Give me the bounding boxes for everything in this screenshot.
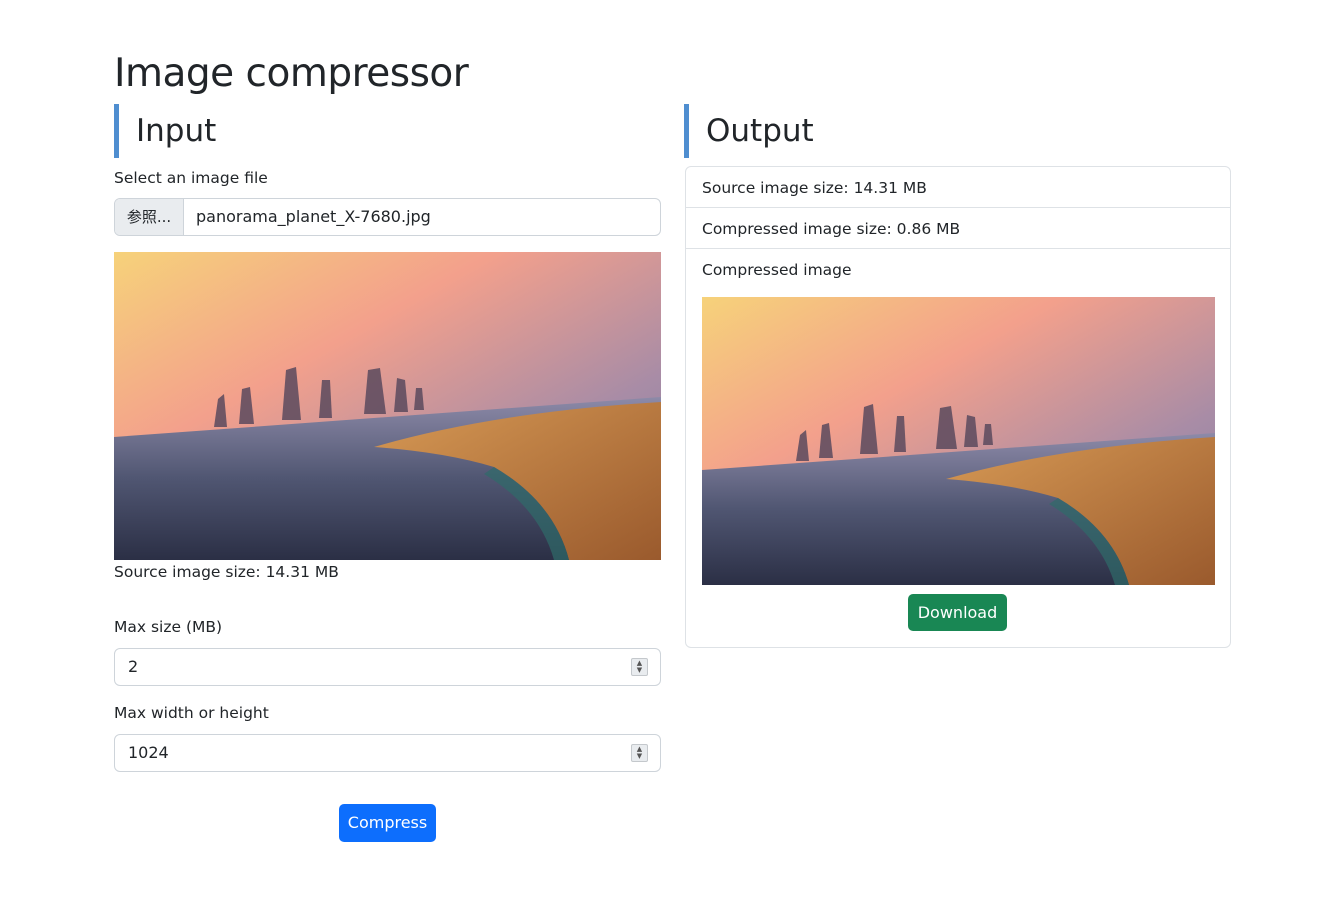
output-compressed-size: Compressed image size: 0.86 MB: [702, 220, 961, 238]
max-dimension-value: 1024: [128, 743, 169, 762]
download-button[interactable]: Download: [908, 594, 1007, 631]
output-source-size: Source image size: 14.31 MB: [702, 179, 927, 197]
compressed-image-label: Compressed image: [702, 261, 852, 279]
compress-button[interactable]: Compress: [339, 804, 436, 842]
max-dimension-label: Max width or height: [114, 704, 269, 722]
max-size-input[interactable]: 2 ▲ ▼: [114, 648, 661, 686]
page-title: Image compressor: [114, 51, 469, 96]
input-image-preview: [114, 252, 661, 560]
file-name: panorama_planet_X-7680.jpg: [196, 207, 431, 226]
max-size-label: Max size (MB): [114, 618, 223, 636]
file-input[interactable]: 参照... panorama_planet_X-7680.jpg: [114, 198, 661, 236]
browse-button[interactable]: 参照...: [115, 199, 184, 235]
divider: [686, 248, 1230, 249]
file-label: Select an image file: [114, 169, 268, 187]
number-spinner-icon[interactable]: ▲ ▼: [631, 658, 648, 676]
divider: [686, 207, 1230, 208]
input-source-size: Source image size: 14.31 MB: [114, 563, 339, 581]
max-dimension-input[interactable]: 1024 ▲ ▼: [114, 734, 661, 772]
input-heading: Input: [114, 104, 660, 158]
output-card: Source image size: 14.31 MB Compressed i…: [685, 166, 1231, 648]
number-spinner-icon[interactable]: ▲ ▼: [631, 744, 648, 762]
max-size-value: 2: [128, 657, 139, 676]
output-heading: Output: [684, 104, 1230, 158]
compressed-image-preview: [702, 297, 1215, 585]
